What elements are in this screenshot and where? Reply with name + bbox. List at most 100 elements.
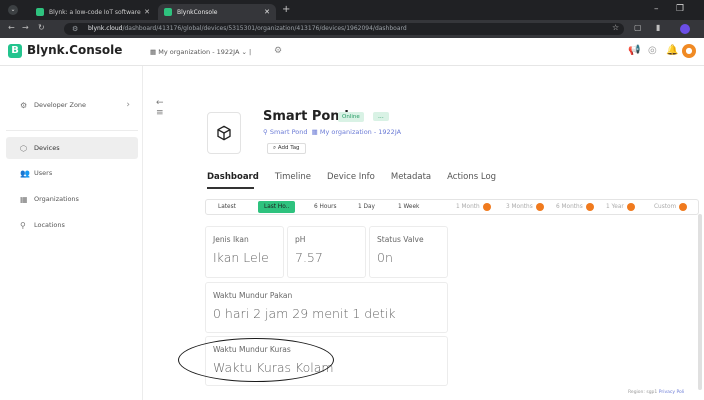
upgrade-lock-icon — [535, 202, 544, 211]
template-icon: ⚲ — [263, 128, 268, 136]
blynk-logo: B — [8, 44, 22, 58]
widget-value: Waktu Kuras Kolam — [213, 360, 334, 375]
device-organization-link[interactable]: My organization - 1922JA — [320, 128, 401, 136]
range-6-months[interactable]: 6 Months — [556, 200, 594, 214]
widget-ph: pH 7.57 — [287, 226, 366, 278]
device-meta: ⚲ Smart Pond ▦ My organization - 1922JA — [263, 128, 401, 136]
widget-label: pH — [295, 235, 306, 244]
building-icon: ▦ — [20, 194, 28, 204]
sidebar-item-devices[interactable]: ⬡ Devices — [6, 137, 138, 159]
side-panel-icon[interactable]: ▢ — [634, 23, 642, 32]
range-label: 6 Months — [556, 204, 583, 210]
new-tab-icon[interactable]: + — [282, 4, 290, 15]
range-6-hours[interactable]: 6 Hours — [314, 200, 337, 214]
devices-icon: ⬡ — [20, 143, 27, 153]
range-custom[interactable]: Custom — [654, 200, 688, 214]
tab-metadata[interactable]: Metadata — [391, 172, 431, 186]
sidebar-item-locations[interactable]: ⚲ Locations — [6, 214, 138, 236]
widget-value: 0 hari 2 jam 29 menit 1 detik — [213, 306, 396, 321]
range-1-week[interactable]: 1 Week — [398, 200, 419, 214]
collapse-sidebar-button[interactable]: ← ≡ — [156, 98, 164, 118]
device-tabs: Dashboard Timeline Device Info Metadata … — [207, 172, 512, 186]
app-header: B Blynk.Console ▦ My organization - 1922… — [0, 38, 704, 66]
announcement-icon[interactable]: 📢 — [628, 45, 640, 56]
tab-actions-log[interactable]: Actions Log — [447, 172, 496, 186]
widget-value: 0n — [377, 250, 393, 265]
range-label: 1 Month — [456, 204, 480, 210]
user-avatar[interactable]: ● — [682, 44, 696, 58]
users-icon: 👥 — [20, 168, 30, 178]
widget-waktu-mundur-kuras: Waktu Mundur Kuras Waktu Kuras Kolam — [205, 336, 448, 386]
region-label: Region: sgp1 — [628, 390, 658, 395]
footer: Region: sgp1 Privacy Poli — [628, 390, 684, 395]
range-label: Custom — [654, 204, 677, 210]
privacy-link[interactable]: Privacy Poli — [659, 390, 685, 395]
upgrade-lock-icon — [585, 202, 594, 211]
range-1-year[interactable]: 1 Year — [606, 200, 635, 214]
sidebar-item-organizations[interactable]: ▦ Organizations — [6, 188, 138, 210]
notifications-icon[interactable]: 🔔 — [666, 45, 678, 56]
tab-timeline[interactable]: Timeline — [275, 172, 311, 186]
app-title: Blynk.Console — [27, 43, 123, 57]
url-domain: blynk.cloud — [88, 25, 123, 32]
reload-icon[interactable]: ↻ — [38, 23, 45, 32]
browser-tab-console[interactable]: BlynkConsole ✕ — [158, 4, 276, 20]
range-latest[interactable]: Latest — [218, 200, 236, 214]
device-cube-icon — [207, 112, 241, 154]
organization-icon: ▦ — [311, 128, 318, 136]
close-tab-icon[interactable]: ✕ — [264, 8, 270, 16]
minimize-icon[interactable]: – — [654, 4, 659, 14]
url-path: /dashboard/413176/global/devices/5315301… — [122, 25, 407, 32]
sidebar-divider — [6, 130, 138, 131]
tab-dashboard[interactable]: Dashboard — [207, 172, 259, 186]
back-icon[interactable]: ← — [8, 23, 15, 32]
browser-profile-icon[interactable] — [680, 24, 690, 34]
scrollbar[interactable] — [698, 214, 702, 390]
widget-value: Ikan Lele — [213, 250, 269, 265]
browser-tab-blynk-site[interactable]: Blynk: a low-code IoT software ✕ — [30, 4, 156, 20]
maximize-icon[interactable]: ❐ — [676, 4, 684, 14]
bookmark-star-icon[interactable]: ☆ — [612, 23, 619, 32]
blynk-favicon-icon — [36, 8, 44, 16]
sidebar-item-label: Devices — [34, 144, 60, 152]
widget-label: Waktu Mundur Kuras — [213, 345, 291, 354]
range-last-hour[interactable]: Last Ho.. — [258, 201, 296, 213]
close-tab-icon[interactable]: ✕ — [144, 8, 150, 16]
device-more-button[interactable]: ... — [373, 112, 389, 121]
url-field[interactable]: ⚙ blynk.cloud/dashboard/413176/global/de… — [64, 23, 624, 35]
widget-label: Jenis Ikan — [213, 235, 249, 244]
range-label: 1 Year — [606, 204, 624, 210]
active-tab-indicator — [207, 187, 254, 189]
add-tag-button[interactable]: ⌕ Add Tag — [267, 143, 306, 154]
sidebar-item-label: Developer Zone — [34, 101, 87, 109]
location-icon: ⚲ — [20, 220, 26, 230]
sidebar: ⚙ Developer Zone › ⬡ Devices 👥 Users ▦ O… — [0, 66, 143, 400]
tab-device-info[interactable]: Device Info — [327, 172, 375, 186]
widget-jenis-ikan: Jenis Ikan Ikan Lele — [205, 226, 284, 278]
widget-waktu-mundur-pakan: Waktu Mundur Pakan 0 hari 2 jam 29 menit… — [205, 282, 448, 333]
robot-icon: ⚙ — [20, 100, 28, 110]
widget-value: 7.57 — [295, 250, 323, 265]
settings-gear-icon[interactable]: ⚙ — [274, 46, 282, 56]
tab-search-icon[interactable]: ⌄ — [8, 5, 18, 15]
chevron-right-icon: › — [126, 100, 130, 110]
address-bar-row: ← → ↻ ⚙ blynk.cloud/dashboard/413176/glo… — [0, 20, 704, 38]
site-info-icon[interactable]: ⚙ — [72, 23, 78, 35]
sidebar-item-users[interactable]: 👥 Users — [6, 162, 138, 184]
extensions-icon[interactable]: ▮ — [656, 23, 660, 32]
upgrade-lock-icon — [679, 202, 688, 211]
range-3-months[interactable]: 3 Months — [506, 200, 544, 214]
upgrade-lock-icon — [482, 202, 491, 211]
organization-selector[interactable]: ▦ My organization - 1922JA ⌄ | — [150, 48, 251, 56]
range-1-day[interactable]: 1 Day — [358, 200, 375, 214]
range-label: 3 Months — [506, 204, 533, 210]
sidebar-item-developer-zone[interactable]: ⚙ Developer Zone › — [6, 94, 138, 116]
range-1-month[interactable]: 1 Month — [456, 200, 491, 214]
browser-tab-bar: ⌄ Blynk: a low-code IoT software ✕ Blynk… — [0, 0, 704, 20]
help-icon[interactable]: ◎ — [648, 45, 657, 56]
browser-tab-label: BlynkConsole — [177, 8, 218, 16]
forward-icon[interactable]: → — [22, 23, 29, 32]
device-template-link[interactable]: Smart Pond — [270, 128, 308, 136]
organization-name: My organization - 1922JA — [158, 48, 240, 56]
status-badge: Online — [338, 112, 364, 122]
